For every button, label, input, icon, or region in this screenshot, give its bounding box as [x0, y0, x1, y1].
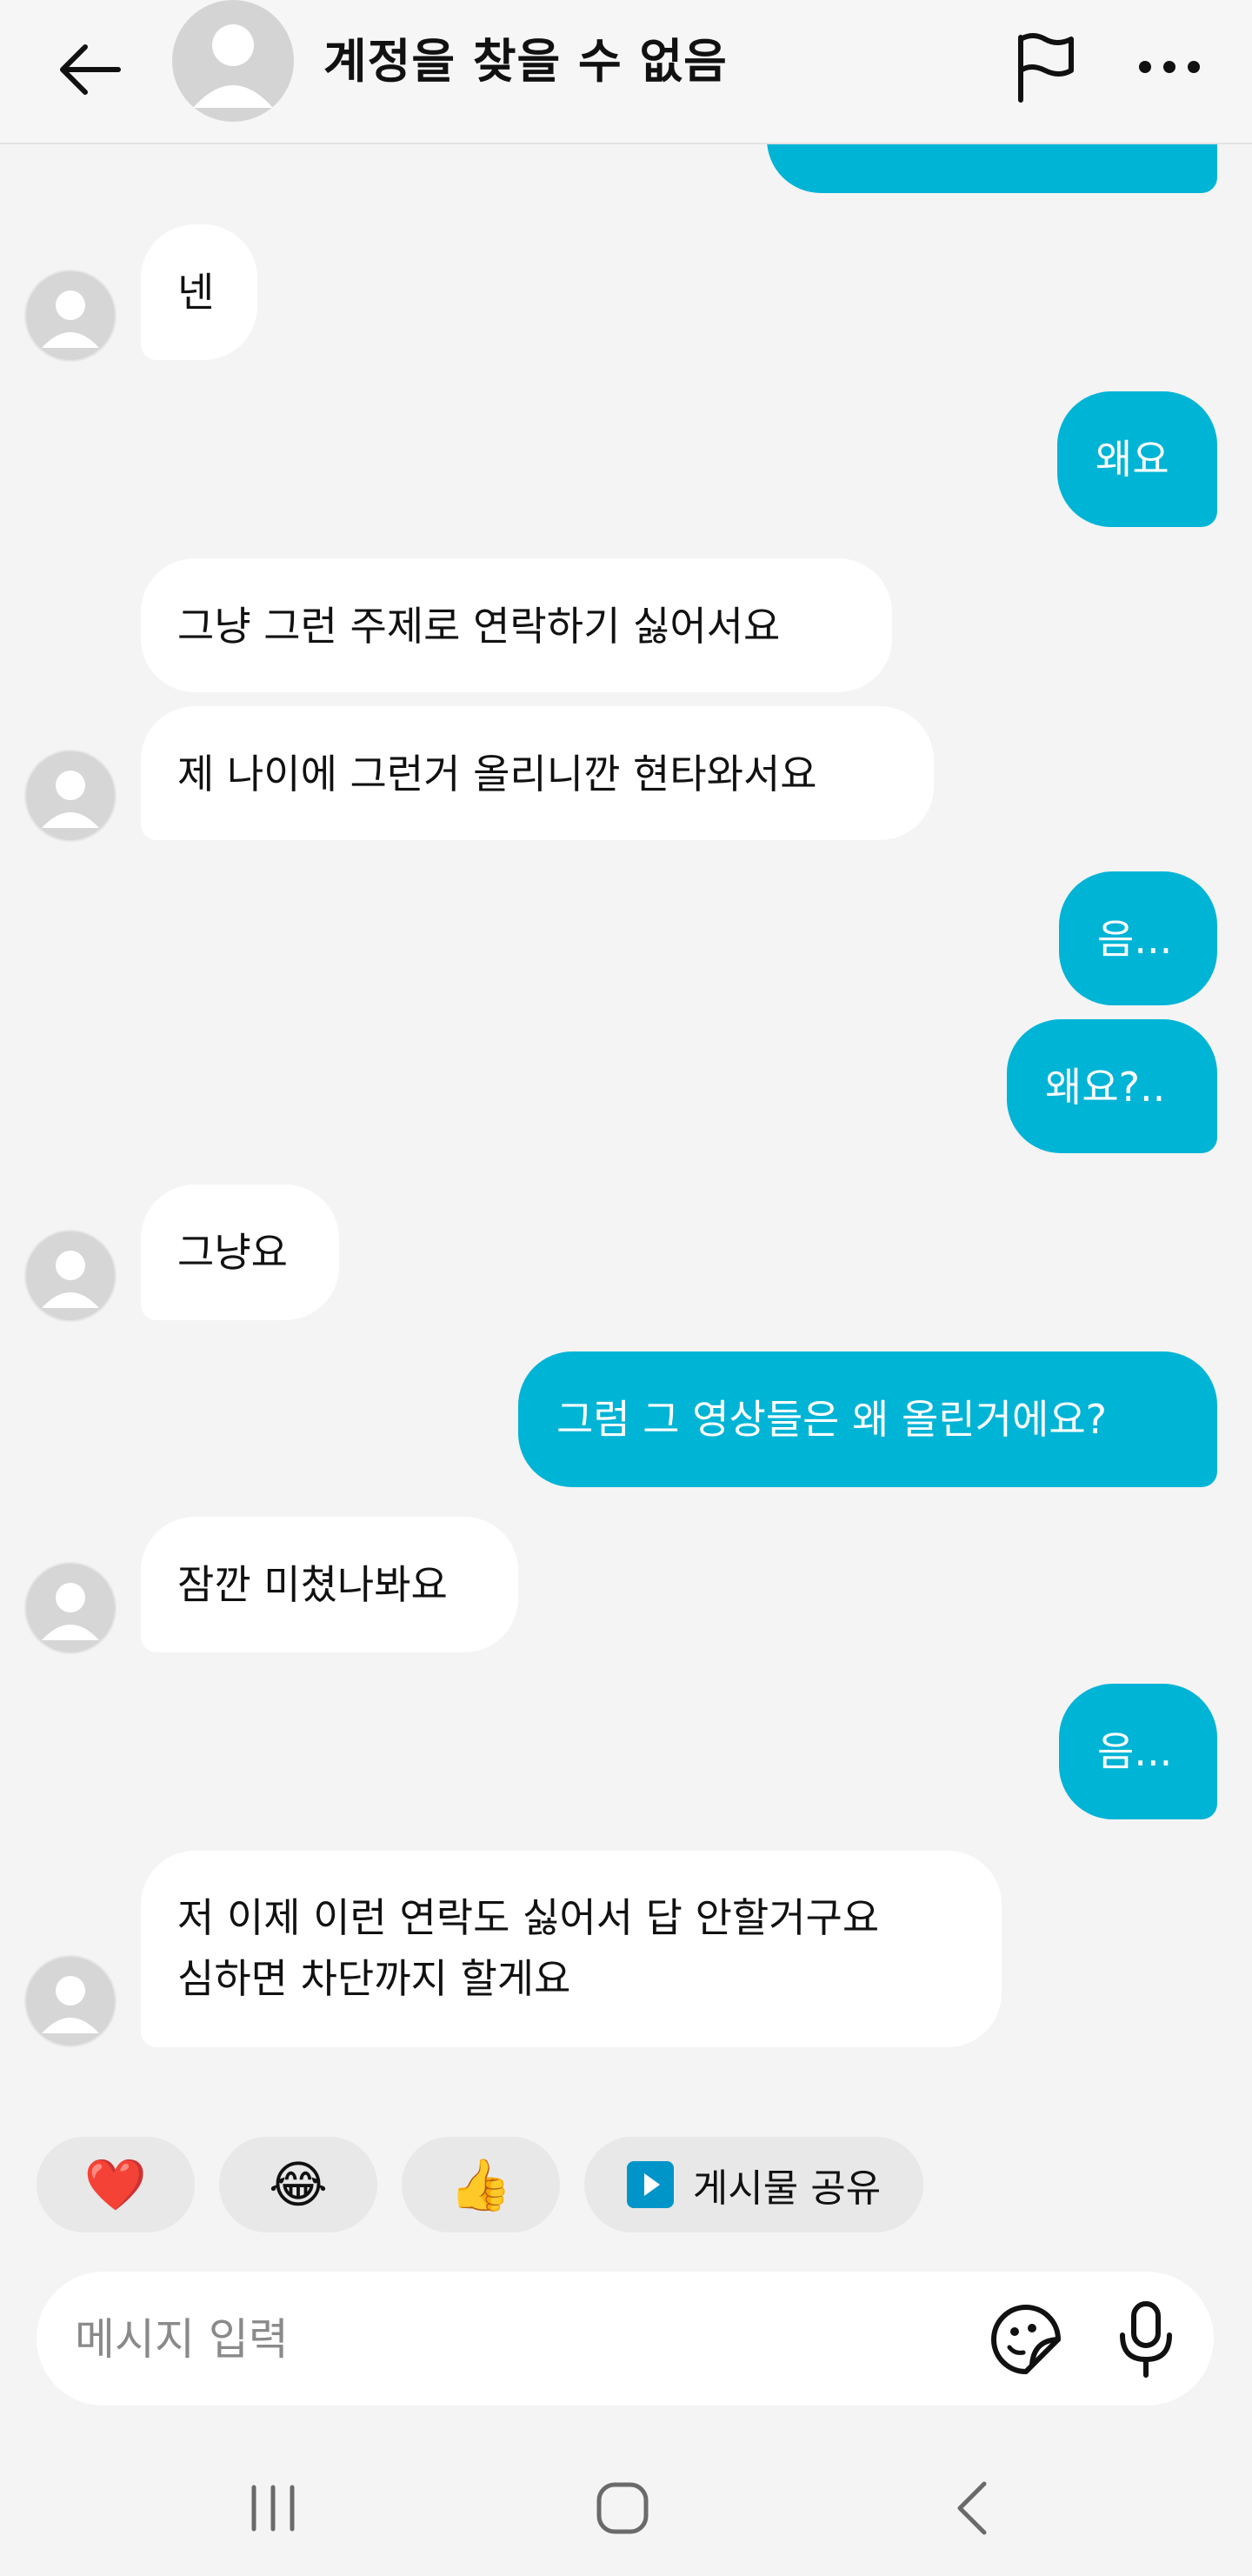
flag-icon [1018, 33, 1074, 103]
message-bubble-outgoing[interactable]: 그럼 그 영상들은 왜 올린거에요? [518, 1351, 1217, 1487]
avatar[interactable] [24, 270, 117, 362]
share-post-icon [626, 2161, 674, 2208]
message-bubble-outgoing[interactable]: 음... [1059, 871, 1217, 1005]
chat-header: 계정을 찾을 수 없음 [0, 0, 1252, 144]
message-text: 제 나이에 그런거 올리니깐 현타와서요 [177, 751, 817, 797]
share-post-button[interactable]: 게시물 공유 [584, 2137, 923, 2232]
message-bubble-incoming[interactable]: 넨 [141, 224, 257, 360]
message-text: 그럼 그 영상들은 왜 올린거에요? [556, 1396, 1108, 1443]
avatar[interactable] [24, 1230, 117, 1322]
report-button[interactable] [998, 19, 1094, 115]
avatar[interactable] [24, 750, 117, 842]
message-text: 잠깐 미쳤나봐요 [177, 1561, 448, 1608]
home-icon [596, 2482, 649, 2534]
message-text-line: 저 이제 이런 연락도 싫어서 답 안할거구요 [177, 1894, 880, 1941]
reaction-laugh-button[interactable]: 😂 [219, 2137, 377, 2232]
home-button[interactable] [570, 2465, 675, 2552]
sticker-button[interactable] [981, 2294, 1071, 2385]
message-text-line: 심하면 차단까지 할게요 [177, 1955, 571, 2002]
message-text: 그냥 그런 주제로 연락하기 싫어서요 [177, 603, 781, 650]
message-bubble-incoming[interactable]: 잠깐 미쳤나봐요 [141, 1517, 518, 1652]
message-text: 왜요?.. [1045, 1064, 1166, 1111]
reaction-heart-button[interactable]: ❤️ [37, 2137, 195, 2232]
microphone-icon [1120, 2301, 1172, 2378]
more-horizontal-icon [1139, 61, 1200, 73]
quick-reactions-bar: ❤️ 😂 👍 게시물 공유 [0, 2132, 1252, 2237]
message-text: 음... [1097, 916, 1173, 963]
share-post-label: 게시물 공유 [692, 2166, 882, 2211]
message-text: 넨 [177, 269, 215, 316]
message-list[interactable]: 넨 왜요 그냥 그런 주제로 연락하기 싫어서요 제 나이에 그런거 올리니깐 … [0, 0, 1252, 2105]
message-bubble-incoming[interactable]: 그냥요 [141, 1185, 339, 1320]
message-bubble-incoming[interactable]: 저 이제 이런 연락도 싫어서 답 안할거구요 심하면 차단까지 할게요 [141, 1851, 1002, 2047]
message-bubble-incoming[interactable]: 제 나이에 그런거 올리니깐 현타와서요 [141, 706, 934, 840]
voice-message-button[interactable] [1102, 2294, 1189, 2385]
avatar[interactable] [24, 1562, 117, 1654]
message-bubble-outgoing[interactable]: 음... [1059, 1684, 1217, 1819]
header-avatar[interactable] [172, 0, 294, 122]
arrow-left-icon [60, 44, 121, 95]
system-back-button[interactable] [920, 2465, 1024, 2552]
message-bubble-outgoing[interactable]: 왜요 [1057, 391, 1217, 527]
message-bubble-incoming[interactable]: 그냥 그런 주제로 연락하기 싫어서요 [141, 558, 892, 692]
message-text: 그냥요 [177, 1229, 288, 1276]
more-options-button[interactable] [1122, 19, 1217, 115]
message-composer [37, 2272, 1214, 2406]
default-avatar-icon [172, 0, 294, 122]
heart-icon: ❤️ [83, 2155, 148, 2214]
recents-button[interactable] [221, 2465, 325, 2552]
message-text: 음... [1097, 1728, 1173, 1775]
message-bubble-outgoing[interactable]: 왜요?.. [1007, 1019, 1217, 1153]
back-button[interactable] [45, 26, 132, 113]
system-navigation-bar [0, 2435, 1252, 2576]
message-text: 왜요 [1096, 436, 1169, 483]
thumbs-up-icon: 👍 [449, 2155, 513, 2214]
reaction-thumbs-up-button[interactable]: 👍 [402, 2137, 560, 2232]
tears-of-joy-icon: 😂 [269, 2155, 328, 2214]
recents-icon [251, 2485, 295, 2532]
sticker-icon [991, 2305, 1061, 2374]
message-input[interactable] [73, 2301, 998, 2378]
avatar[interactable] [24, 1955, 117, 2047]
back-icon [957, 2481, 987, 2535]
page-title[interactable]: 계정을 찾을 수 없음 [323, 31, 728, 92]
